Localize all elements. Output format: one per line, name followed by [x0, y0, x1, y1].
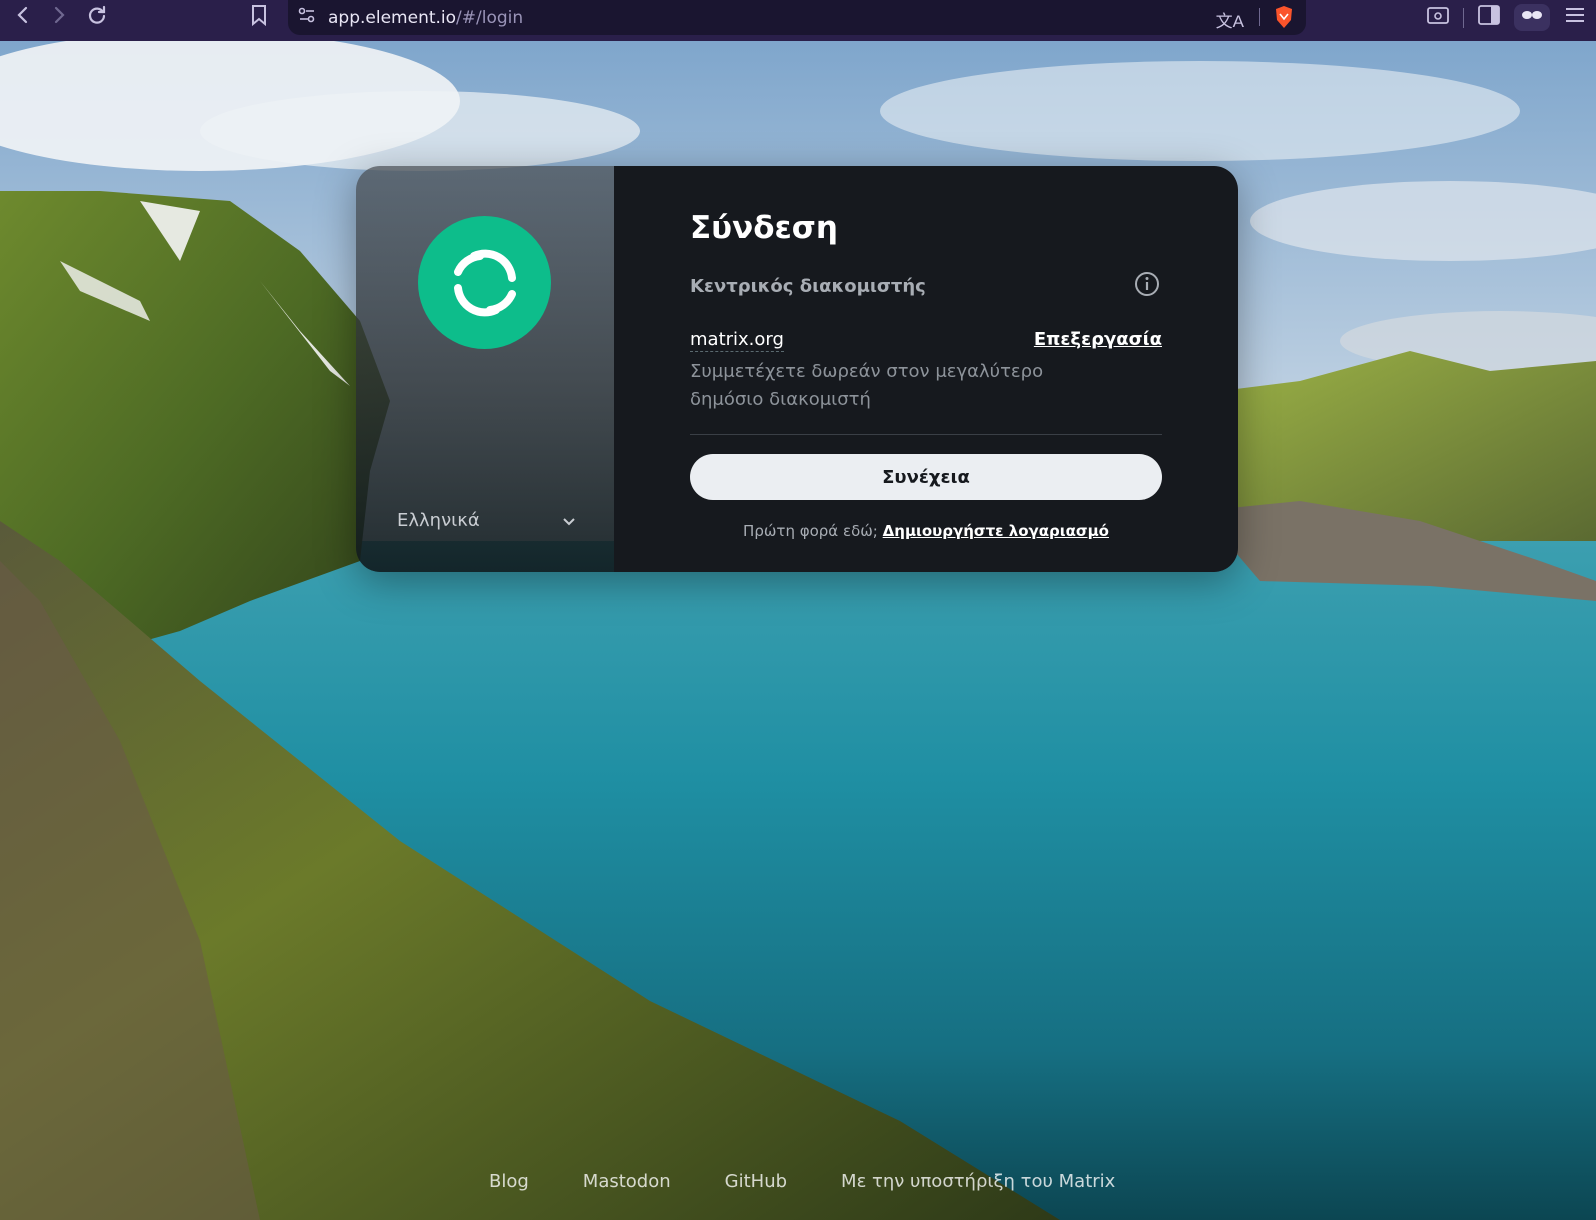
login-form-panel: Σύνδεση Κεντρικός διακομιστής matrix.org… [614, 166, 1238, 572]
footer-link-powered-by-matrix[interactable]: Με την υποστήριξη του Matrix [841, 1171, 1115, 1192]
sidebar-icon[interactable] [1478, 5, 1500, 30]
homeserver-name: matrix.org [690, 329, 784, 352]
translate-icon[interactable]: 文A [1216, 7, 1244, 32]
footer-link-blog[interactable]: Blog [489, 1171, 529, 1192]
footer-link-github[interactable]: GitHub [725, 1171, 787, 1192]
create-account-link[interactable]: Δημιουργήστε λογαριασμό [883, 522, 1109, 540]
separator [1259, 8, 1260, 26]
page-title: Σύνδεση [690, 210, 838, 246]
url-path: /#/login [456, 7, 524, 28]
create-account-prompt: Πρώτη φορά εδώ; Δημιουργήστε λογαριασμό [614, 522, 1238, 540]
continue-button[interactable]: Συνέχεια [690, 454, 1162, 500]
footer-link-mastodon[interactable]: Mastodon [583, 1171, 671, 1192]
separator [1463, 7, 1464, 28]
card-brand-panel: Ελληνικά [356, 166, 614, 572]
chevron-down-icon [563, 510, 575, 531]
homeserver-description: Συμμετέχετε δωρεάν στον μεγαλύτερο δημόσ… [690, 361, 1044, 410]
first-time-text: Πρώτη φορά εδώ; [743, 522, 878, 540]
bookmark-icon[interactable] [244, 0, 274, 30]
url-text[interactable]: app.element.io/#/login [328, 8, 523, 28]
brave-shield-icon[interactable] [1274, 5, 1294, 34]
language-selector[interactable]: Ελληνικά [397, 510, 575, 531]
info-icon[interactable] [1134, 271, 1160, 297]
footer-links: Blog Mastodon GitHub Με την υποστήριξη τ… [489, 1171, 1115, 1192]
element-logo-icon [418, 216, 551, 349]
edit-homeserver-link[interactable]: Επεξεργασία [1034, 329, 1162, 350]
divider [690, 434, 1162, 435]
private-mode-icon[interactable] [1514, 4, 1550, 31]
forward-icon[interactable] [44, 0, 74, 30]
screenshot-icon[interactable] [1427, 5, 1449, 30]
back-icon[interactable] [8, 0, 38, 30]
address-bar[interactable]: app.element.io/#/login 文A [288, 0, 1306, 35]
url-host: app.element.io [328, 7, 457, 28]
homeserver-label: Κεντρικός διακομιστής [690, 276, 926, 297]
language-label: Ελληνικά [397, 510, 480, 531]
menu-icon[interactable] [1564, 6, 1586, 29]
reload-icon[interactable] [82, 0, 112, 30]
browser-toolbar: app.element.io/#/login 文A [0, 0, 1596, 41]
site-settings-icon[interactable] [298, 7, 316, 28]
login-card: Ελληνικά Σύνδεση Κεντρικός διακομιστής m… [356, 166, 1238, 572]
